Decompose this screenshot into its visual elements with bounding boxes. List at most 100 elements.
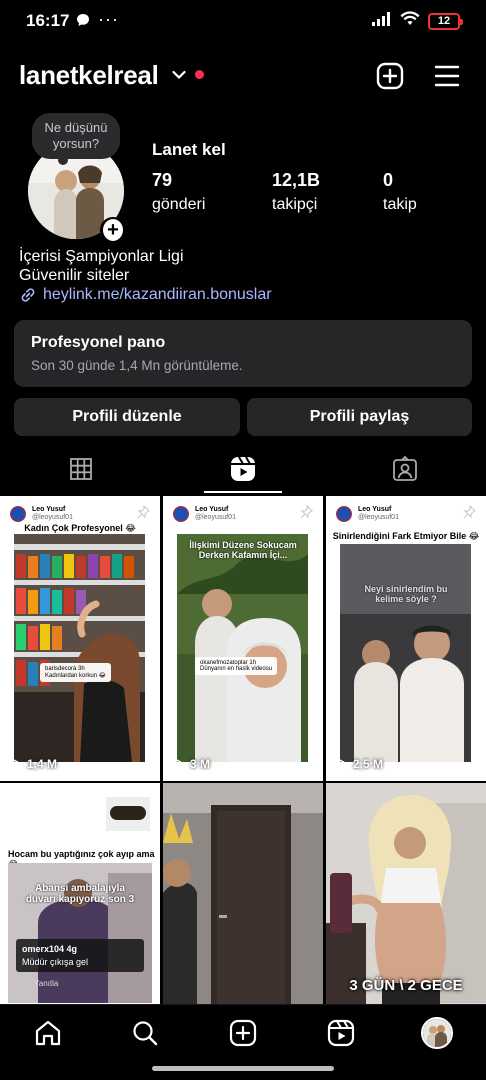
author-logo xyxy=(10,506,26,522)
bio-link-text: heylink.me/kazandiiran.bonuslar xyxy=(43,286,272,303)
reels-icon xyxy=(231,456,255,481)
reel-thumbnail[interactable]: Leo Yusuf @leoyusuf01 İlişkimi Düzene Sok… xyxy=(163,496,323,781)
signal-icon xyxy=(372,11,392,31)
profile-tabs xyxy=(0,444,486,494)
status-time: 16:17 xyxy=(26,11,70,30)
posts-count: 79 xyxy=(152,170,173,190)
edit-profile-button[interactable]: Profili düzenle xyxy=(14,398,240,436)
brand-logo xyxy=(106,797,150,831)
bio-line: Güvenilir siteler xyxy=(19,267,130,284)
post-author: Leo Yusuf @leoyusuf01 xyxy=(10,506,73,522)
play-icon xyxy=(11,758,22,770)
menu-button[interactable] xyxy=(431,60,463,92)
home-button[interactable] xyxy=(32,1017,64,1049)
author-handle: @leoyusuf01 xyxy=(195,514,236,521)
posts-label: gönderi xyxy=(152,196,206,213)
post-caption: Kadın Çok Profesyonel 😂 xyxy=(24,523,136,533)
profile-button[interactable] xyxy=(421,1017,453,1049)
reels-grid: Leo Yusuf @leoyusuf01 Kadın Çok Profesyon… xyxy=(0,496,486,1004)
comment-text: Kadınlardan korkun 😂 xyxy=(45,673,106,679)
following-label: takip xyxy=(383,196,417,213)
author-handle: @leoyusuf01 xyxy=(358,514,399,521)
comment-user: omerx104 4g xyxy=(22,944,78,954)
view-count: 1,4 M xyxy=(9,757,57,771)
reel-thumbnail[interactable]: 3 GÜN \ 2 GECE xyxy=(326,783,486,1004)
reel-thumbnail[interactable]: Leo Yusuf @leoyusuf01 Sinirlendiğini Fark… xyxy=(326,496,486,781)
overlay-text: Abansı ambalajıyla duvarı kapıyoruz son … xyxy=(25,883,135,905)
reel-thumbnail[interactable]: Hocam bu yaptığınız çok ayıp ama 😂 Abans… xyxy=(0,783,160,1004)
grid-icon xyxy=(70,458,92,480)
search-button[interactable] xyxy=(129,1017,161,1049)
author-name: Leo Yusuf xyxy=(358,506,392,513)
username[interactable]: lanetkelreal xyxy=(19,60,159,91)
battery-icon: 12 xyxy=(428,12,463,30)
post-image xyxy=(14,534,145,762)
pin-icon xyxy=(462,504,477,524)
create-button[interactable] xyxy=(374,60,406,92)
hamburger-icon xyxy=(434,65,460,87)
home-indicator[interactable] xyxy=(152,1066,334,1071)
following-count: 0 xyxy=(383,170,394,190)
chevron-down-icon[interactable] xyxy=(172,67,186,85)
reels-button[interactable] xyxy=(325,1017,357,1049)
notification-dot xyxy=(195,70,204,79)
dashboard-title: Profesyonel pano xyxy=(31,334,166,351)
view-count-value: 1,4 M xyxy=(27,757,58,771)
chat-bubble-icon xyxy=(76,13,90,32)
share-profile-button[interactable]: Profili paylaş xyxy=(247,398,472,436)
display-name: Lanet kel xyxy=(152,140,226,159)
bio-link[interactable]: heylink.me/kazandiiran.bonuslar xyxy=(19,286,272,304)
play-icon xyxy=(174,758,185,770)
author-name: Leo Yusuf xyxy=(195,506,229,513)
status-bar: 16:17 ··· 12 xyxy=(0,0,486,44)
following-stat[interactable]: 0 takip xyxy=(383,170,417,214)
play-icon xyxy=(337,758,348,770)
profile-header: lanetkelreal xyxy=(0,50,486,102)
create-post-button[interactable] xyxy=(227,1017,259,1049)
comment-text: Dünyanın en haslk videosu xyxy=(200,666,273,672)
tab-tagged[interactable] xyxy=(324,444,486,494)
followers-stat[interactable]: 12,1B takipçi xyxy=(272,170,320,214)
plus-square-icon xyxy=(229,1019,257,1047)
reply-label: Yanıtla xyxy=(34,979,59,988)
post-image xyxy=(340,544,471,772)
overlay-text: 3 GÜN \ 2 GECE xyxy=(349,977,463,994)
author-name: Leo Yusuf xyxy=(32,506,66,513)
followers-count: 12,1B xyxy=(272,170,321,190)
professional-dashboard[interactable]: Profesyonel pano Son 30 günde 1,4 Mn gör… xyxy=(14,320,472,387)
bio: İçerisi Şampiyonlar Ligi Güvenilir sitel… xyxy=(19,247,184,285)
active-tab-indicator xyxy=(204,491,282,493)
more-notifications-icon: ··· xyxy=(98,9,119,29)
view-count: 2,5 M xyxy=(335,757,383,771)
reels-icon xyxy=(327,1019,355,1047)
post-caption: Sinirlendiğini Fark Etmiyor Bile 😂 xyxy=(332,531,480,541)
avatar xyxy=(421,1017,453,1049)
overlay-comment: barisdecorà 3h Kadınlardan korkun 😂 xyxy=(40,663,111,682)
tagged-icon xyxy=(393,456,417,481)
pin-icon xyxy=(136,504,151,524)
post-image xyxy=(163,783,323,1004)
post-author: Leo Yusuf @leoyusuf01 xyxy=(173,506,236,522)
plus-square-icon xyxy=(376,62,404,90)
tab-reels[interactable] xyxy=(162,444,324,494)
note-bubble[interactable]: Ne düşünü yorsun? xyxy=(32,113,120,165)
followers-label: takipçi xyxy=(272,196,318,213)
post-image xyxy=(177,534,308,762)
search-icon xyxy=(133,1021,158,1046)
overlay-comment: okanefmozatoplar 1h Dünyanın en haslk vi… xyxy=(195,657,278,675)
wifi-icon xyxy=(400,11,420,31)
pin-icon xyxy=(299,504,314,524)
link-icon xyxy=(21,288,35,302)
comment-text: Müdür çıkışa gel xyxy=(22,957,89,967)
tab-posts[interactable] xyxy=(0,444,162,494)
author-logo xyxy=(173,506,189,522)
view-count-value: 3 M xyxy=(190,757,211,771)
overlay-text: Neyi sinirlendim bu kelime söyle ? xyxy=(364,584,448,604)
plus-icon: + xyxy=(103,219,123,241)
bottom-navigation xyxy=(0,1004,486,1060)
posts-stat[interactable]: 79 gönderi xyxy=(152,170,205,214)
author-logo xyxy=(336,506,352,522)
add-story-button[interactable]: + xyxy=(100,217,126,243)
reel-thumbnail[interactable]: Leo Yusuf @leoyusuf01 Kadın Çok Profesyon… xyxy=(0,496,160,781)
reel-thumbnail[interactable] xyxy=(163,783,323,1004)
